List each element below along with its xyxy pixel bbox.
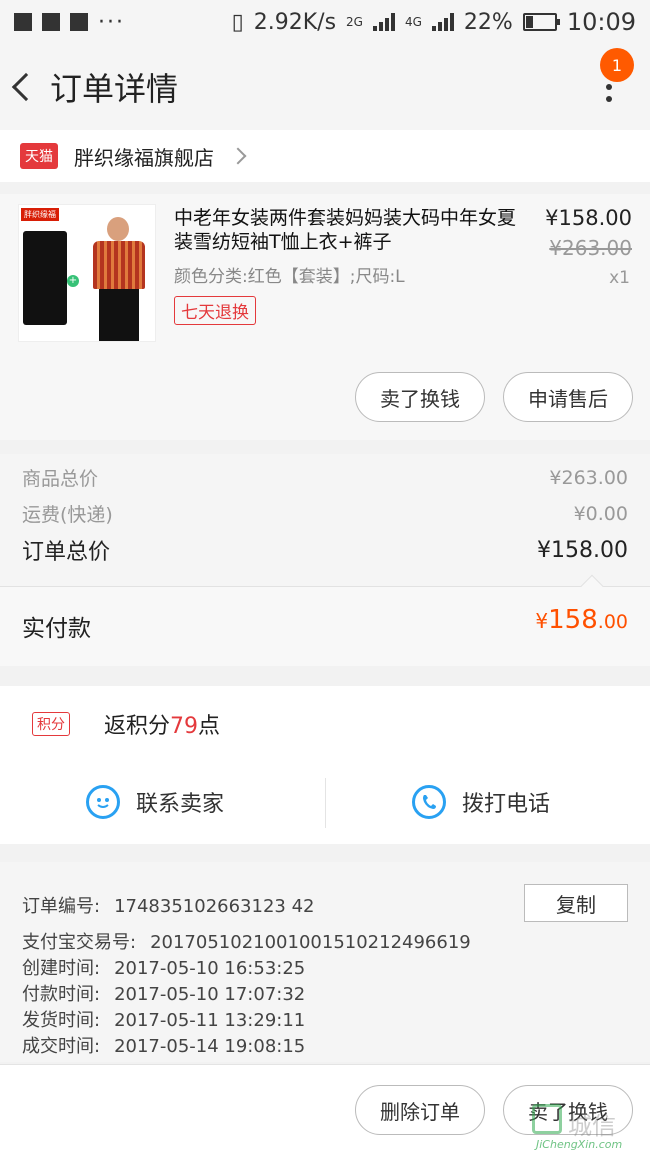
- product-card[interactable]: 胖织缘福 + 中老年女装两件套装妈妈装大码中年女夏装雪纺短袖T恤上衣+裤子 颜色…: [0, 194, 650, 440]
- app-notification-icon: [42, 13, 60, 31]
- contact-seller-label: 联系卖家: [136, 792, 225, 817]
- chat-icon: [86, 785, 120, 819]
- app-notification-icon: [14, 13, 32, 31]
- status-bar: ··· ▯ 2.92K/s 2G 4G 22% 10:09: [0, 0, 650, 44]
- completed-time: 成交时间: 2017-05-14 19:08:15: [22, 1036, 306, 1057]
- paid-label: 实付款: [22, 616, 91, 642]
- contact-seller-button[interactable]: 联系卖家: [86, 782, 224, 822]
- points-badge: 积分: [32, 712, 70, 736]
- goods-total-label: 商品总价: [22, 468, 99, 490]
- after-sale-button[interactable]: 申请售后: [503, 372, 633, 422]
- order-total-value: ¥158.00: [537, 537, 628, 563]
- shipped-time: 发货时间: 2017-05-11 13:29:11: [22, 1010, 306, 1031]
- vibrate-icon: ▯: [231, 9, 244, 35]
- sim2-label: 4G: [404, 15, 422, 29]
- image-notification-icon: [70, 13, 88, 31]
- shop-name[interactable]: 胖织缘福旗舰店: [74, 142, 214, 171]
- goods-total-value: ¥263.00: [549, 466, 628, 489]
- product-image-tag: 胖织缘福: [21, 208, 59, 221]
- app-header: 订单详情 1: [0, 44, 650, 130]
- divider: [325, 778, 326, 828]
- product-variant: 颜色分类:红色【套装】;尺码:L: [174, 267, 405, 287]
- paid-time: 付款时间: 2017-05-10 17:07:32: [22, 984, 306, 1005]
- points-text: 返积分79点: [104, 714, 221, 739]
- order-total-label: 订单总价: [22, 540, 111, 565]
- shipping-label: 运费(快递): [22, 504, 113, 526]
- battery-percent: 22%: [463, 9, 513, 35]
- order-number: 订单编号: 174835102663123 42: [22, 896, 315, 917]
- product-image[interactable]: 胖织缘福 +: [18, 204, 156, 342]
- sim1-label: 2G: [346, 15, 363, 29]
- product-title[interactable]: 中老年女装两件套装妈妈装大码中年女夏装雪纺短袖T恤上衣+裤子: [174, 206, 524, 254]
- pants-image: [23, 231, 67, 325]
- product-original-price: ¥263.00: [549, 236, 632, 260]
- page-title: 订单详情: [50, 70, 179, 108]
- sell-button[interactable]: 卖了换钱: [355, 372, 485, 422]
- copy-button[interactable]: 复制: [524, 884, 628, 922]
- product-price: ¥158.00: [545, 206, 632, 230]
- shipping-value: ¥0.00: [573, 502, 628, 525]
- plus-icon: +: [67, 275, 79, 287]
- signal-icon: [372, 13, 395, 31]
- notification-badge: 1: [600, 48, 634, 82]
- more-notifications-icon: ···: [98, 9, 125, 35]
- points-value: 79: [170, 714, 199, 739]
- order-totals: 商品总价 ¥263.00 运费(快递) ¥0.00 订单总价 ¥158.00 实…: [0, 454, 650, 666]
- network-speed: 2.92K/s: [253, 9, 337, 35]
- chevron-right-icon: [229, 147, 247, 165]
- call-label: 拨打电话: [462, 792, 551, 817]
- delete-order-button[interactable]: 删除订单: [355, 1085, 485, 1135]
- watermark-logo: 城信 JiChengXin.com: [532, 1102, 648, 1152]
- tmall-icon: 天猫: [20, 143, 58, 169]
- shop-row[interactable]: 天猫 胖织缘福旗舰店: [0, 130, 650, 182]
- paid-amount: ¥158.00: [535, 605, 628, 635]
- alipay-number: 支付宝交易号: 2017051021001001510212496619: [22, 932, 471, 953]
- call-button[interactable]: 拨打电话: [412, 782, 550, 822]
- back-icon[interactable]: [11, 72, 41, 102]
- points-card: 积分 返积分79点 联系卖家 拨打电话: [0, 686, 650, 844]
- return-policy-badge: 七天退换: [174, 296, 256, 325]
- created-time: 创建时间: 2017-05-10 16:53:25: [22, 958, 306, 979]
- phone-icon: [412, 785, 446, 819]
- model-image: [83, 213, 155, 341]
- order-info: 订单编号: 174835102663123 42 复制 支付宝交易号: 201705…: [0, 862, 650, 1062]
- signal-icon: [431, 13, 454, 31]
- clock: 10:09: [566, 8, 636, 36]
- battery-icon: [522, 13, 560, 31]
- product-quantity: x1: [609, 268, 630, 288]
- paid-row: 实付款 ¥158.00: [0, 587, 650, 666]
